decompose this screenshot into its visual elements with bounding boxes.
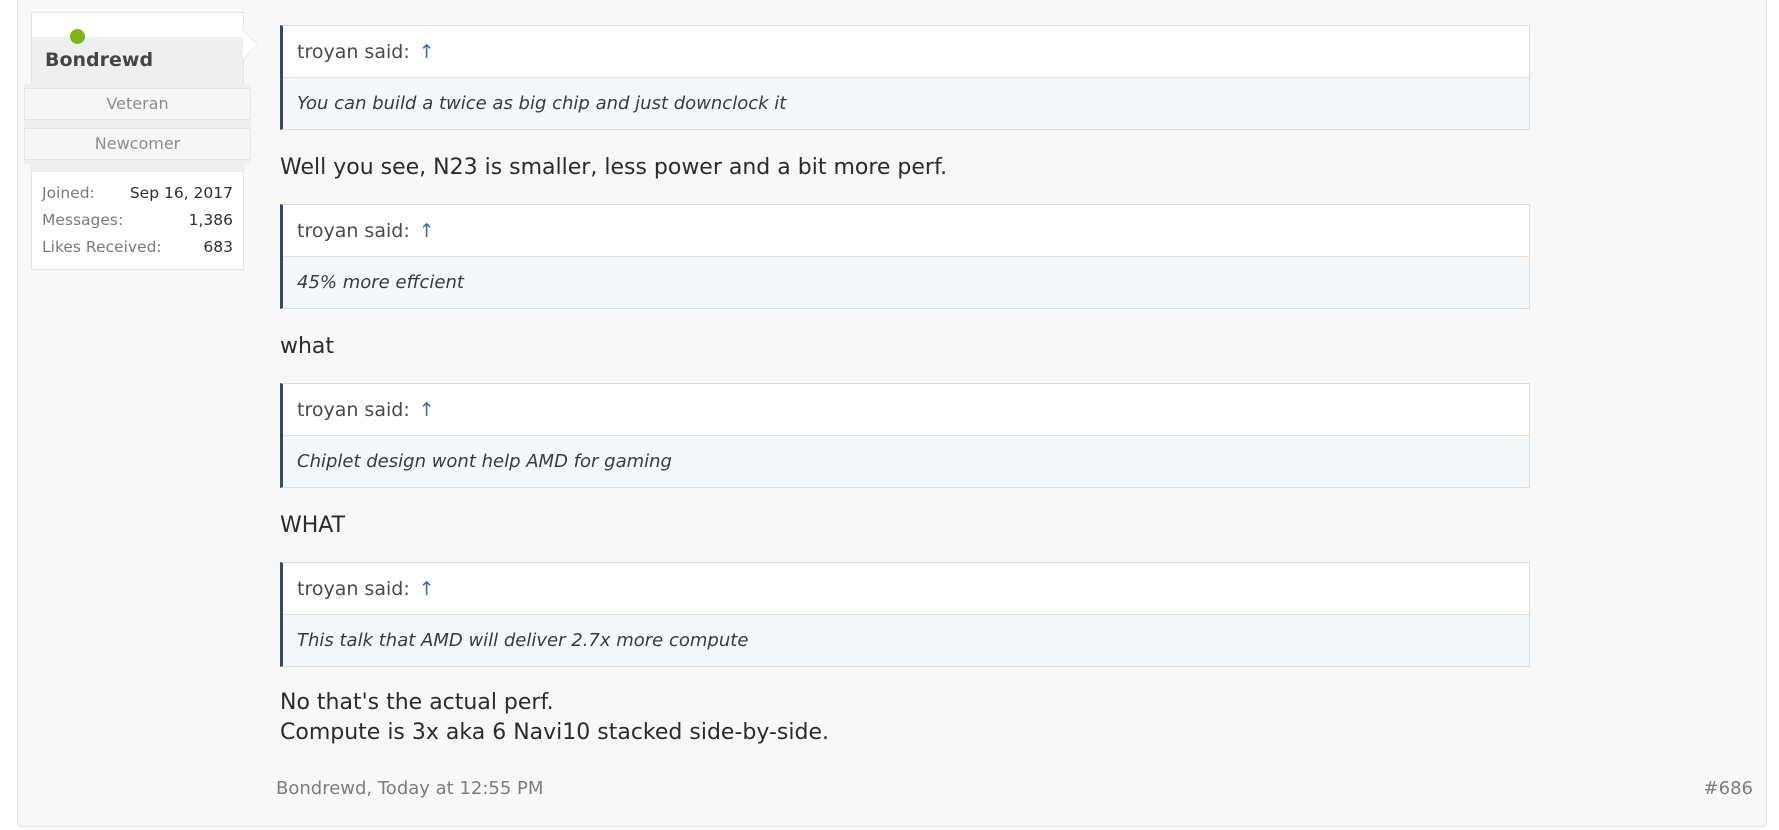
quote-block: troyan said: ↑ 45% more effcient (280, 204, 1530, 309)
reply-text: WHAT (280, 511, 1530, 541)
reply-text: what (280, 332, 1530, 362)
avatar-box[interactable]: Bondrewd (31, 12, 258, 85)
stat-label: Joined: (42, 184, 95, 202)
stat-label: Likes Received: (42, 238, 162, 256)
user-titles: Veteran Newcomer (24, 84, 251, 164)
quote-header: troyan said: ↑ (283, 26, 1529, 78)
stat-likes: Likes Received: 683 (42, 234, 233, 261)
reply-line: Compute is 3x aka 6 Navi10 stacked side-… (280, 720, 829, 745)
stat-value[interactable]: 1,386 (189, 207, 233, 234)
user-panel: Bondrewd Veteran Newcomer Joined: Sep 16… (24, 12, 258, 270)
reply-line: what (280, 334, 335, 359)
quote-jump-link[interactable]: ↑ (419, 399, 435, 421)
username[interactable]: Bondrewd (45, 49, 153, 71)
reply-line: No that's the actual perf. (280, 690, 554, 715)
quote-block: troyan said: ↑ Chiplet design wont help … (280, 383, 1530, 488)
user-stats: Joined: Sep 16, 2017 Messages: 1,386 Lik… (31, 164, 244, 270)
quote-text: Chiplet design wont help AMD for gaming (283, 436, 1529, 487)
panel-arrow (243, 31, 257, 59)
stat-messages: Messages: 1,386 (42, 207, 233, 234)
quote-header: troyan said: ↑ (283, 384, 1529, 436)
reply-text: Well you see, N23 is smaller, less power… (280, 153, 1530, 183)
quote-author: troyan said: (297, 399, 410, 421)
stat-value: Sep 16, 2017 (129, 184, 233, 202)
quote-author: troyan said: (297, 578, 410, 600)
quote-jump-link[interactable]: ↑ (419, 41, 435, 63)
quote-header: troyan said: ↑ (283, 563, 1529, 615)
stat-joined: Joined: Sep 16, 2017 (42, 180, 233, 207)
stat-value: 683 (203, 238, 233, 256)
quote-block: troyan said: ↑ You can build a twice as … (280, 25, 1530, 130)
message-content: troyan said: ↑ You can build a twice as … (280, 25, 1530, 769)
quote-text: 45% more effcient (283, 257, 1529, 308)
reply-line: Well you see, N23 is smaller, less power… (280, 155, 948, 180)
post-author-time[interactable]: Bondrewd, Today at 12:55 PM (276, 778, 543, 799)
quote-author: troyan said: (297, 220, 410, 242)
quote-author: troyan said: (297, 41, 410, 63)
quote-header: troyan said: ↑ (283, 205, 1529, 257)
quote-block: troyan said: ↑ This talk that AMD will d… (280, 562, 1530, 667)
reply-line: WHAT (280, 513, 346, 538)
quote-jump-link[interactable]: ↑ (419, 220, 435, 242)
quote-text: This talk that AMD will deliver 2.7x mor… (283, 615, 1529, 666)
reply-text: No that's the actual perf. Compute is 3x… (280, 688, 1530, 748)
quote-text: You can build a twice as big chip and ju… (283, 78, 1529, 129)
forum-post: Bondrewd Veteran Newcomer Joined: Sep 16… (17, 0, 1767, 827)
user-title: Veteran (24, 88, 251, 120)
stat-label: Messages: (42, 211, 124, 229)
post-number-link[interactable]: #686 (1704, 778, 1753, 799)
user-title: Newcomer (24, 128, 251, 160)
online-status-icon (70, 29, 85, 44)
quote-jump-link[interactable]: ↑ (419, 578, 435, 600)
